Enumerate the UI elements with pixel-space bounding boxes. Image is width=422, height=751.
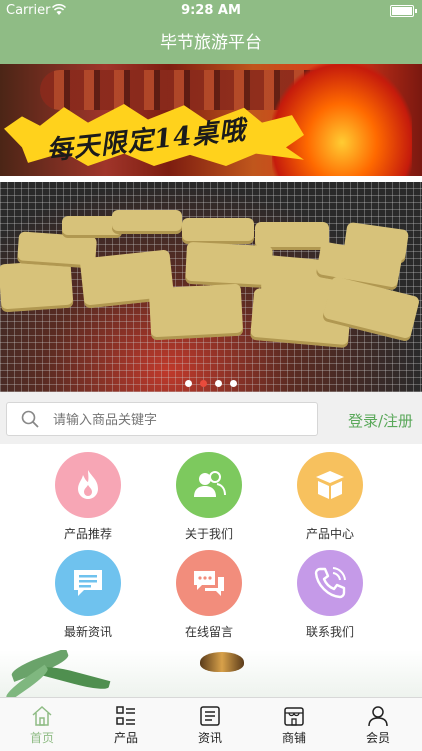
bottom-banner-image [0, 650, 422, 697]
list-icon [116, 706, 135, 725]
search-input[interactable] [51, 409, 305, 431]
tab-label: 首页 [29, 731, 54, 745]
tofu-piece [182, 218, 254, 244]
news-icon [200, 706, 220, 726]
grid-label: 联系我们 [305, 625, 354, 639]
tab-member[interactable]: 会员 [336, 698, 420, 751]
grid-circle [176, 452, 242, 518]
nav-bar: 毕节旅游平台 [0, 22, 422, 64]
grid-label: 产品中心 [305, 527, 354, 541]
tab-products[interactable]: 产品 [84, 698, 168, 751]
message-icon [74, 570, 102, 596]
battery-icon [390, 5, 417, 17]
carousel-dot-active[interactable] [200, 380, 207, 387]
grid-item-contact-us[interactable]: 联系我们 [270, 550, 390, 640]
grid-circle [297, 550, 363, 616]
tab-home[interactable]: 首页 [0, 698, 84, 751]
tofu-piece [0, 259, 74, 313]
fire-icon [78, 470, 98, 499]
tofu-piece [112, 210, 182, 234]
box-icon [316, 471, 344, 499]
grid-circle [176, 550, 242, 616]
tofu-piece [148, 283, 244, 341]
grid-circle [55, 452, 121, 518]
grid-label: 产品推荐 [63, 527, 112, 541]
home-icon [32, 705, 52, 726]
grid-item-product-center[interactable]: 产品中心 [270, 452, 390, 542]
grid-item-about-us[interactable]: 关于我们 [149, 452, 269, 542]
search-icon [21, 410, 39, 428]
search-bar-row: 登录/注册 [0, 392, 422, 444]
tab-label: 产品 [113, 731, 138, 745]
tab-news[interactable]: 资讯 [168, 698, 252, 751]
page-title: 毕节旅游平台 [160, 33, 262, 53]
phone-icon [314, 567, 346, 599]
leaf-decoration [39, 663, 111, 693]
grid-label: 关于我们 [184, 527, 233, 541]
grid-label: 最新资讯 [63, 625, 112, 639]
carousel-dot[interactable] [185, 380, 192, 387]
carousel-dot[interactable] [230, 380, 237, 387]
tofu-piece [184, 241, 274, 289]
login-register-link[interactable]: 登录/注册 [348, 410, 413, 431]
promo-banner[interactable]: 每天限定14桌哦 [0, 64, 422, 176]
search-box[interactable] [6, 402, 318, 436]
category-grid: 产品推荐 关于我们 产品中心 最新资讯 在线留言 联系我们 [0, 444, 422, 650]
tab-store[interactable]: 商铺 [252, 698, 336, 751]
butterfly-image [200, 652, 244, 672]
grid-circle [55, 550, 121, 616]
status-bar: Carrier 9:28 AM [0, 0, 422, 22]
grid-item-latest-news[interactable]: 最新资讯 [28, 550, 148, 640]
carousel-indicator [0, 372, 422, 391]
grid-label: 在线留言 [184, 625, 233, 639]
clock: 9:28 AM [181, 3, 241, 18]
grid-circle [297, 452, 363, 518]
grid-item-online-message[interactable]: 在线留言 [149, 550, 269, 640]
chat-icon [194, 571, 224, 596]
carousel[interactable] [0, 182, 422, 392]
store-icon [284, 707, 304, 726]
user-icon [368, 706, 388, 727]
carousel-dot[interactable] [215, 380, 222, 387]
grid-item-product-recommend[interactable]: 产品推荐 [28, 452, 148, 542]
tab-label: 资讯 [197, 731, 222, 745]
tab-label: 会员 [365, 731, 390, 745]
tab-label: 商铺 [281, 731, 306, 745]
users-icon [194, 471, 226, 497]
tab-bar: 首页 产品 资讯 商铺 会员 [0, 697, 422, 751]
